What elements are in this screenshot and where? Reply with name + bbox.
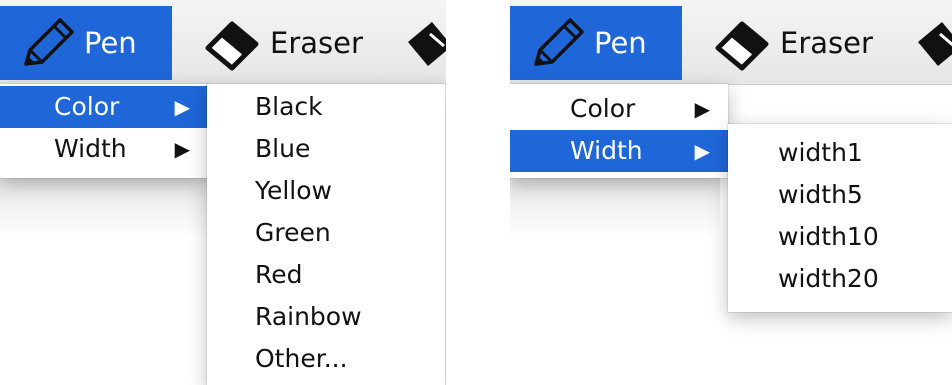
color-option-other[interactable]: Other...: [207, 338, 445, 380]
bucket-icon: [910, 12, 952, 74]
width-option-10[interactable]: width10: [728, 216, 952, 258]
right-panel: Pen Eraser Color ▶ Width ▶ width1 width5…: [510, 0, 952, 385]
color-option-black[interactable]: Black: [207, 86, 445, 128]
menu-item-width[interactable]: Width ▶: [0, 128, 208, 170]
bucket-icon: [400, 12, 446, 74]
menu-item-color[interactable]: Color ▶: [0, 86, 208, 128]
color-option-yellow[interactable]: Yellow: [207, 170, 445, 212]
pen-label: Pen: [84, 26, 137, 60]
submenu-arrow-icon: ▶: [694, 139, 710, 163]
left-panel: Pen Eraser Color ▶ Width ▶ Black Blue Ye…: [0, 0, 446, 385]
submenu-arrow-icon: ▶: [174, 137, 190, 161]
pen-label: Pen: [594, 26, 647, 60]
color-option-green[interactable]: Green: [207, 212, 445, 254]
color-option-blue[interactable]: Blue: [207, 128, 445, 170]
width-option-5[interactable]: width5: [728, 174, 952, 216]
eraser-tool-button[interactable]: Eraser: [186, 6, 398, 80]
eraser-icon: [202, 12, 264, 74]
menu-item-label: Width: [54, 134, 127, 163]
menu-shadow: [510, 178, 720, 238]
eraser-tool-button[interactable]: Eraser: [696, 6, 908, 80]
color-submenu: Black Blue Yellow Green Red Rainbow Othe…: [207, 84, 445, 385]
width-submenu: width1 width5 width10 width20: [728, 124, 952, 312]
toolbar: Pen Eraser: [510, 0, 952, 85]
menu-shadow: [0, 178, 210, 238]
eraser-icon: [712, 12, 774, 74]
pencil-icon: [526, 12, 588, 74]
width-option-20[interactable]: width20: [728, 258, 952, 300]
width-option-1[interactable]: width1: [728, 132, 952, 174]
eraser-label: Eraser: [780, 26, 873, 60]
pencil-icon: [16, 12, 78, 74]
pen-tool-button[interactable]: Pen: [510, 6, 682, 80]
submenu-arrow-icon: ▶: [174, 95, 190, 119]
pen-menu: Color ▶ Width ▶: [510, 84, 728, 178]
pen-menu: Color ▶ Width ▶: [0, 84, 208, 178]
eraser-label: Eraser: [270, 26, 363, 60]
menu-item-label: Width: [570, 136, 643, 165]
submenu-arrow-icon: ▶: [694, 97, 710, 121]
menu-item-color[interactable]: Color ▶: [510, 88, 728, 130]
fill-tool-button[interactable]: [396, 6, 446, 80]
menu-item-label: Color: [570, 94, 636, 123]
color-option-red[interactable]: Red: [207, 254, 445, 296]
pen-tool-button[interactable]: Pen: [0, 6, 172, 80]
menu-item-width[interactable]: Width ▶: [510, 130, 728, 172]
menu-item-label: Color: [54, 92, 120, 121]
color-option-rainbow[interactable]: Rainbow: [207, 296, 445, 338]
fill-tool-button[interactable]: [906, 6, 952, 80]
toolbar: Pen Eraser: [0, 0, 446, 85]
